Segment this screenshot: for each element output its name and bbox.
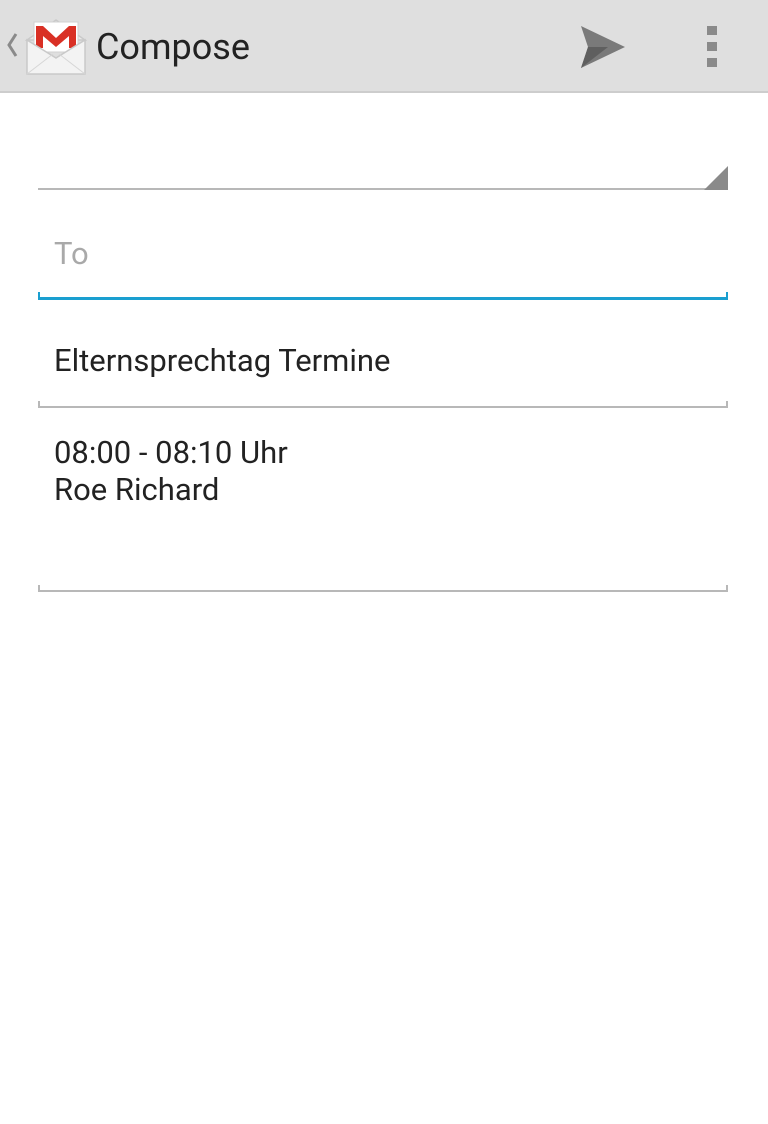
action-bar: Compose	[0, 0, 768, 93]
from-account-spinner[interactable]	[38, 120, 728, 192]
subject-input[interactable]: Elternsprechtag Termine	[54, 342, 390, 380]
subject-field[interactable]: Elternsprechtag Termine	[38, 326, 728, 410]
body-field[interactable]: 08:00 - 08:10 Uhr Roe Richard	[38, 420, 728, 594]
up-caret-icon[interactable]	[5, 32, 19, 58]
to-focus-line	[38, 288, 728, 300]
to-field	[38, 212, 728, 302]
body-line[interactable]: Roe Richard	[54, 471, 219, 509]
action-bar-title: Compose	[96, 26, 250, 68]
subject-underline	[38, 396, 728, 408]
from-underline	[38, 188, 728, 190]
send-icon	[581, 26, 625, 68]
gmail-icon[interactable]	[25, 14, 87, 76]
spinner-triangle-icon	[704, 166, 728, 190]
body-underline	[38, 580, 728, 592]
to-input[interactable]	[38, 212, 728, 294]
send-button[interactable]	[572, 18, 632, 76]
overflow-menu-icon	[707, 26, 717, 67]
overflow-menu-button[interactable]	[690, 18, 734, 76]
body-line[interactable]: 08:00 - 08:10 Uhr	[54, 434, 288, 472]
